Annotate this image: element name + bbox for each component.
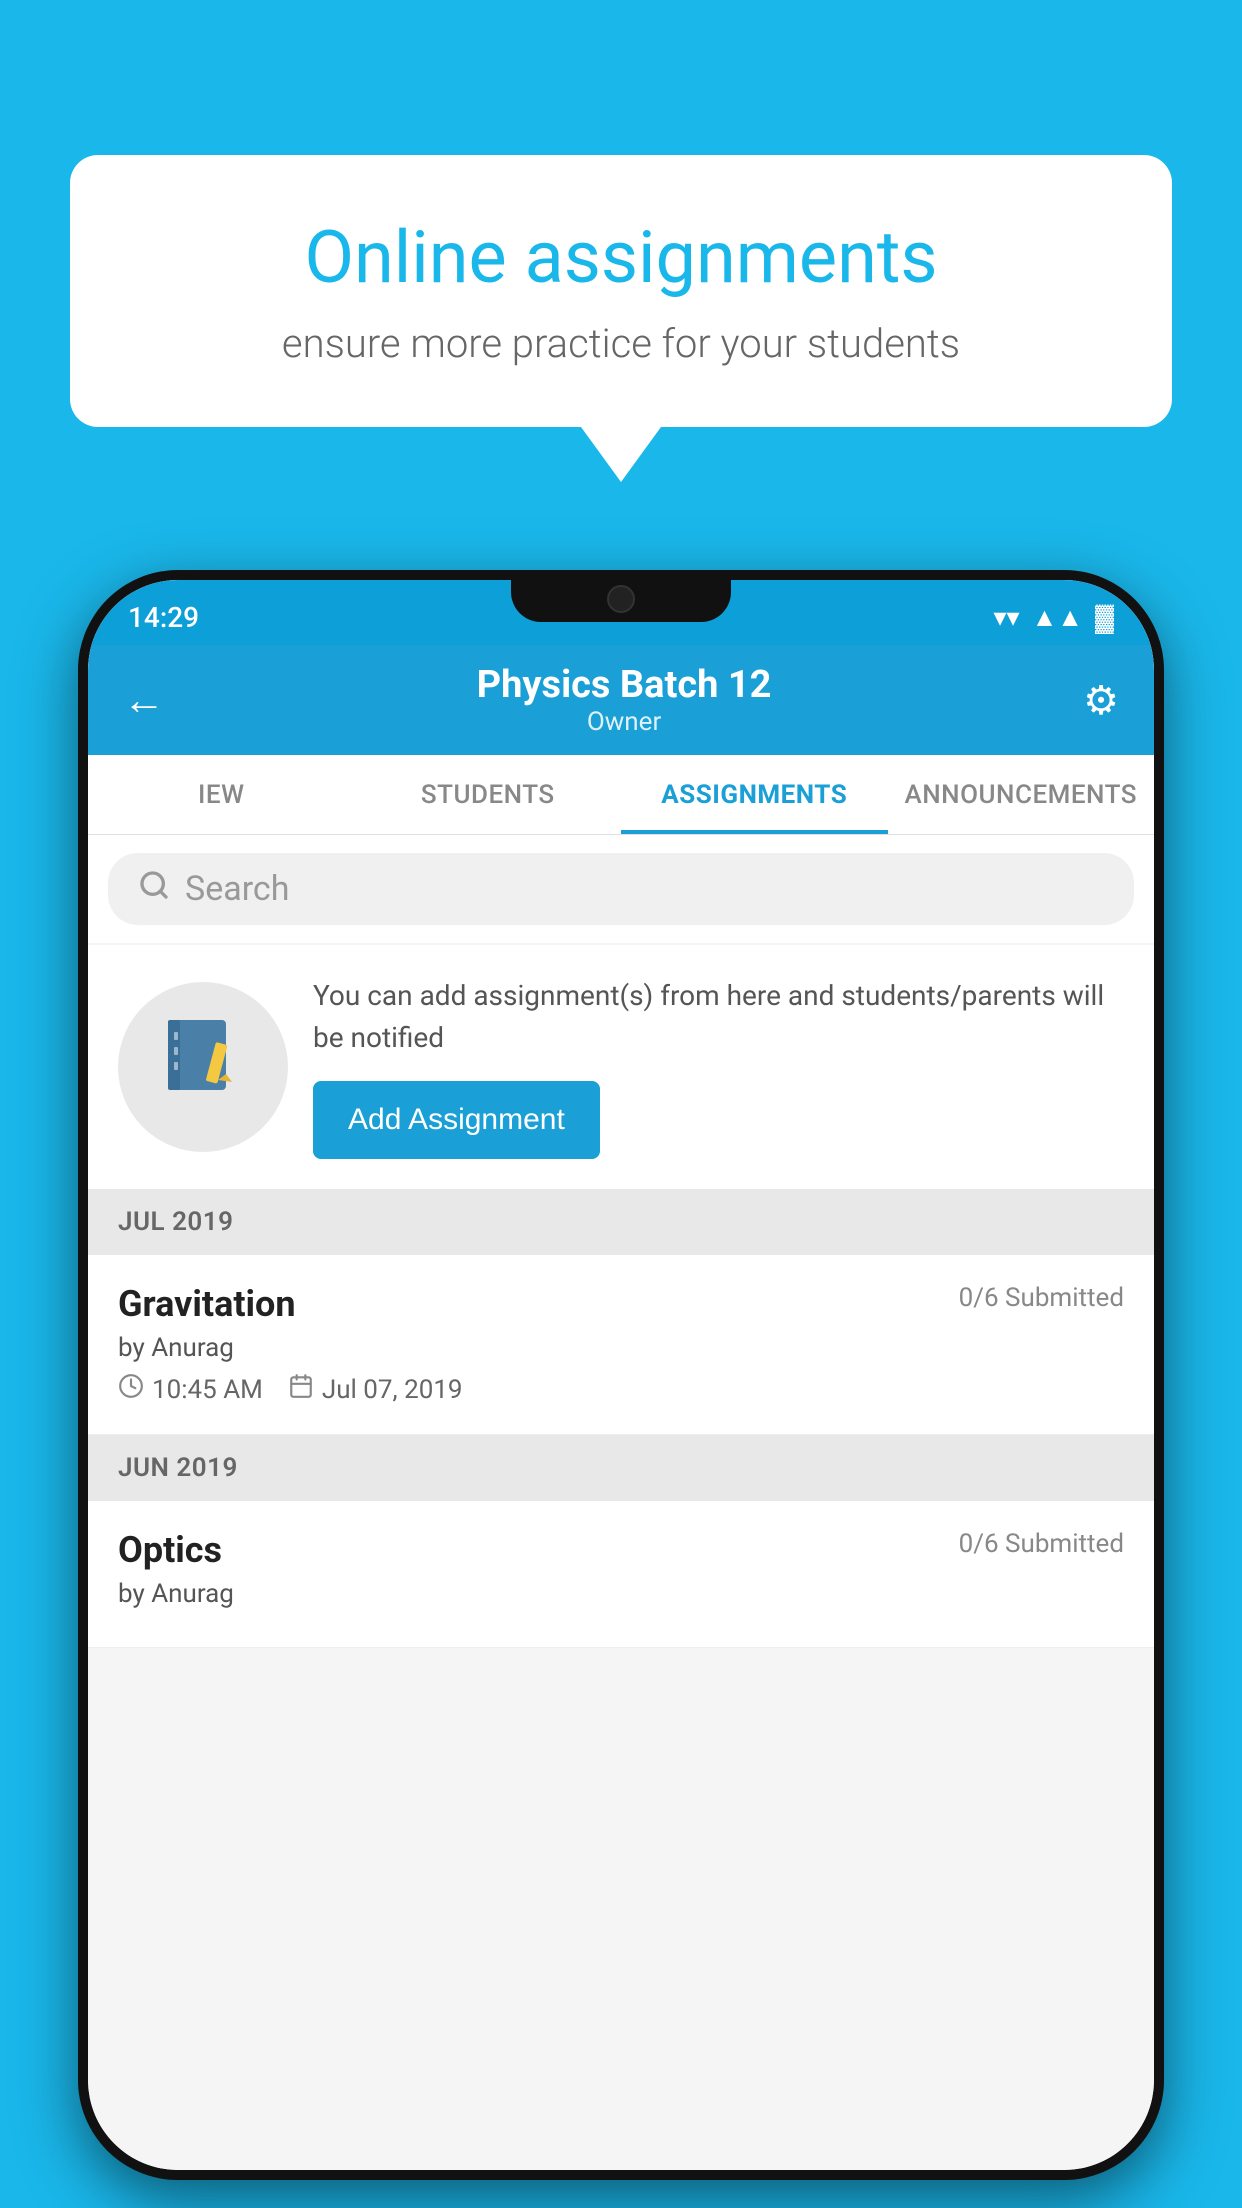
tab-iew[interactable]: IEW: [88, 755, 355, 834]
month-header-jun: JUN 2019: [88, 1435, 1154, 1501]
back-button[interactable]: ←: [123, 676, 165, 725]
promo-card: You can add assignment(s) from here and …: [88, 945, 1154, 1189]
battery-icon: ▓: [1095, 602, 1114, 633]
phone-screen: 14:29 ▾▾ ▲▲ ▓ ← Physics Batch 12 Owner ⚙: [88, 580, 1154, 2170]
phone-frame: 14:29 ▾▾ ▲▲ ▓ ← Physics Batch 12 Owner ⚙: [78, 570, 1164, 2180]
assignment-name-gravitation: Gravitation: [118, 1283, 296, 1325]
search-input-placeholder: Search: [185, 869, 289, 909]
tab-announcements[interactable]: ANNOUNCEMENTS: [888, 755, 1155, 834]
settings-icon[interactable]: ⚙: [1083, 677, 1119, 724]
calendar-icon: [288, 1373, 314, 1406]
speech-bubble-arrow: [581, 427, 661, 482]
tabs-container: IEW STUDENTS ASSIGNMENTS ANNOUNCEMENTS: [88, 755, 1154, 835]
assignment-item-optics[interactable]: Optics 0/6 Submitted by Anurag: [88, 1501, 1154, 1648]
status-icons: ▾▾ ▲▲ ▓: [993, 602, 1114, 633]
assignment-submitted-optics: 0/6 Submitted: [959, 1529, 1124, 1559]
speech-bubble-title: Online assignments: [150, 215, 1092, 300]
clock-icon: [118, 1373, 144, 1406]
speech-bubble: Online assignments ensure more practice …: [70, 155, 1172, 427]
header-title: Physics Batch 12: [165, 663, 1083, 707]
assignment-row-top: Gravitation 0/6 Submitted: [118, 1283, 1124, 1325]
wifi-icon: ▾▾: [993, 603, 1019, 633]
search-container: Search: [88, 835, 1154, 943]
promo-content: You can add assignment(s) from here and …: [313, 975, 1124, 1159]
phone-camera: [607, 585, 635, 613]
tab-assignments[interactable]: ASSIGNMENTS: [621, 755, 888, 834]
speech-bubble-container: Online assignments ensure more practice …: [70, 155, 1172, 482]
assignment-by-gravitation: by Anurag: [118, 1333, 1124, 1363]
header-subtitle: Owner: [165, 707, 1083, 737]
screen-content: 14:29 ▾▾ ▲▲ ▓ ← Physics Batch 12 Owner ⚙: [88, 580, 1154, 2170]
tab-students[interactable]: STUDENTS: [355, 755, 622, 834]
assignment-date-gravitation: Jul 07, 2019: [288, 1373, 463, 1406]
scrollable-content: Search: [88, 835, 1154, 2170]
app-header: ← Physics Batch 12 Owner ⚙: [88, 645, 1154, 755]
assignment-submitted-gravitation: 0/6 Submitted: [959, 1283, 1124, 1313]
assignment-item-gravitation[interactable]: Gravitation 0/6 Submitted by Anurag: [88, 1255, 1154, 1435]
assignment-row-top-optics: Optics 0/6 Submitted: [118, 1529, 1124, 1571]
month-header-jul: JUL 2019: [88, 1189, 1154, 1255]
speech-bubble-subtitle: ensure more practice for your students: [150, 320, 1092, 367]
assignment-time-gravitation: 10:45 AM: [118, 1373, 263, 1406]
search-bar[interactable]: Search: [108, 853, 1134, 925]
assignment-name-optics: Optics: [118, 1529, 222, 1571]
promo-text: You can add assignment(s) from here and …: [313, 975, 1124, 1059]
status-time: 14:29: [128, 601, 199, 634]
header-title-container: Physics Batch 12 Owner: [165, 663, 1083, 737]
assignment-meta-gravitation: 10:45 AM Jul 07, 201: [118, 1373, 1124, 1406]
phone-notch: [511, 570, 731, 622]
search-icon: [138, 869, 170, 909]
signal-icon: ▲▲: [1032, 602, 1083, 633]
promo-icon-circle: [118, 982, 288, 1152]
promo-icon: [158, 1012, 248, 1122]
assignment-by-optics: by Anurag: [118, 1579, 1124, 1609]
add-assignment-button[interactable]: Add Assignment: [313, 1081, 600, 1159]
